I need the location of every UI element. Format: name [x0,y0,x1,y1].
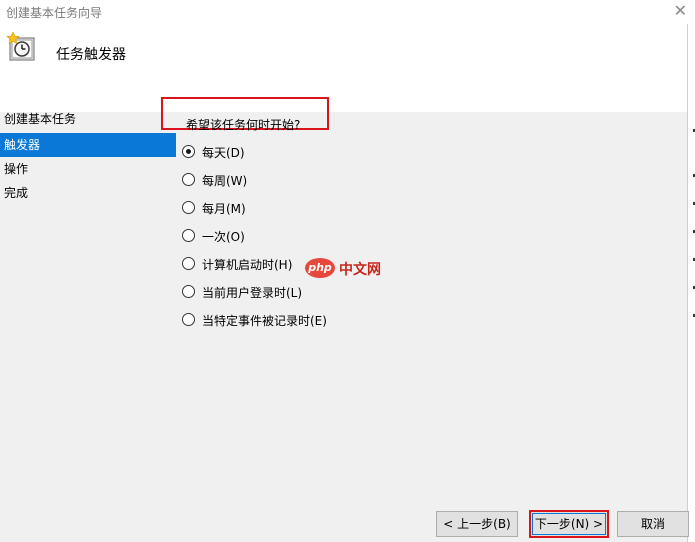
radio-user-logon[interactable] [182,285,195,298]
close-icon[interactable]: ✕ [674,1,687,20]
php-cn-watermark: php 中文网 [305,258,391,280]
sidebar-item-finish[interactable]: 完成 [0,181,176,205]
back-button[interactable]: < 上一步(B) [436,511,518,537]
option-event-logged-label: 当特定事件被记录时(E) [202,314,327,328]
radio-daily[interactable] [182,145,195,158]
next-button-label: 下一步(N) > [534,517,604,531]
next-button[interactable]: 下一步(N) > [529,510,609,538]
window-title: 创建基本任务向导 [6,6,103,20]
radio-computer-startup[interactable] [182,257,195,270]
option-user-logon-label: 当前用户登录时(L) [202,286,303,300]
page-title: 任务触发器 [56,47,126,63]
wizard-header: 任务触发器 [0,24,687,112]
radio-event-logged[interactable] [182,313,195,326]
sidebar-item-action[interactable]: 操作 [0,157,176,181]
option-weekly-label: 每周(W) [202,174,248,188]
option-monthly-label: 每月(M) [202,202,246,216]
question-label: 希望该任务何时开始? [186,118,301,132]
php-logo-icon: php [305,258,335,278]
sidebar-item-trigger[interactable]: 触发器 [0,133,176,157]
option-daily-label: 每天(D) [202,146,245,160]
title-bar: 创建基本任务向导 ✕ [0,0,695,24]
window-right-edge [687,24,695,542]
radio-weekly[interactable] [182,173,195,186]
cancel-button[interactable]: 取消 [617,511,689,537]
option-computer-startup-label: 计算机启动时(H) [202,258,293,272]
radio-monthly[interactable] [182,201,195,214]
sidebar-item-create-basic-task[interactable]: 创建基本任务 [0,107,176,131]
option-once-label: 一次(O) [202,230,245,244]
watermark-text: 中文网 [339,262,381,278]
radio-once[interactable] [182,229,195,242]
task-clock-icon [6,32,35,61]
